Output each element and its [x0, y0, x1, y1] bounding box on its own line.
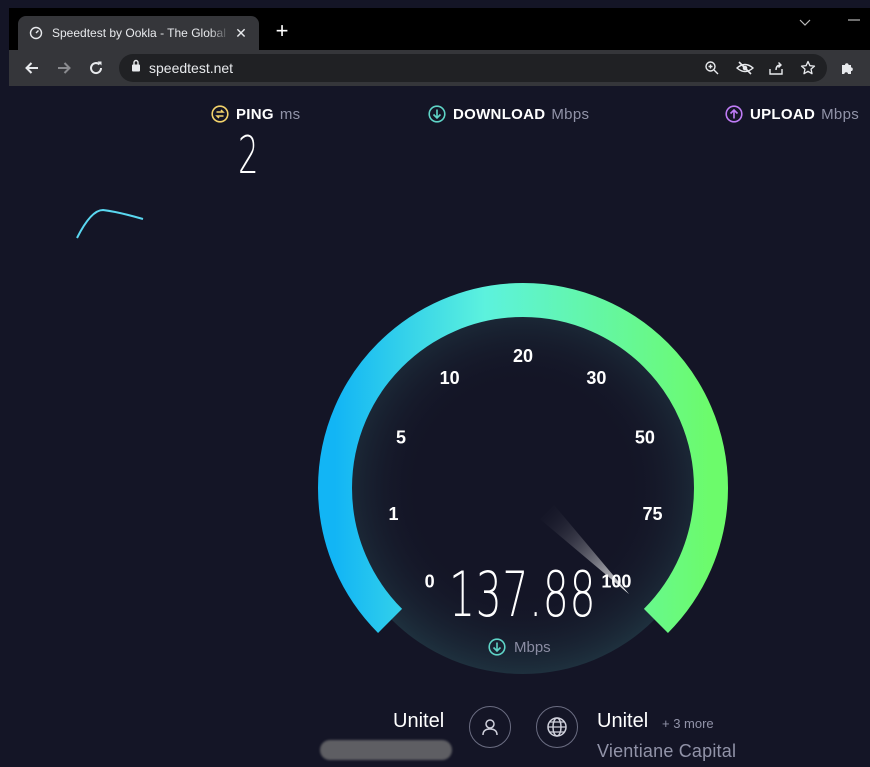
address-bar[interactable]: speedtest.net	[119, 54, 827, 82]
forward-arrow-icon[interactable]	[54, 58, 74, 78]
tab-search-chevron-icon[interactable]	[799, 16, 811, 30]
speedtest-favicon-icon	[28, 25, 44, 41]
gauge-tick-20: 20	[513, 346, 533, 366]
back-arrow-icon[interactable]	[22, 58, 42, 78]
url-text: speedtest.net	[149, 60, 234, 76]
gauge-tick-5: 5	[396, 427, 406, 447]
tab-close-icon[interactable]: ✕	[233, 25, 249, 42]
globe-icon	[547, 717, 567, 737]
tab-title: Speedtest by Ookla - The Global Broadban…	[52, 26, 230, 40]
gauge-tick-1: 1	[389, 504, 399, 524]
server-name[interactable]: Unitel	[597, 710, 648, 733]
reload-icon[interactable]	[86, 58, 106, 78]
more-servers-link[interactable]: + 3 more	[662, 716, 714, 731]
download-arrow-icon	[488, 638, 506, 656]
gauge-tick-30: 30	[586, 368, 606, 388]
browser-window: Speedtest by Ookla - The Global Broadban…	[9, 8, 870, 767]
gauge-tick-75: 75	[642, 504, 662, 524]
server-select-button[interactable]	[536, 706, 578, 748]
user-account-button[interactable]	[469, 706, 511, 748]
tracking-blocked-eye-icon[interactable]	[735, 60, 755, 76]
speed-gauge: 0 1 5 10 20 30 50 75 100	[76, 208, 728, 674]
bookmark-star-icon[interactable]	[800, 60, 816, 76]
speed-unit-label: Mbps	[514, 638, 551, 656]
speedtest-page: PING ms 2 DOWNLOAD Mbps UPLOAD Mbps 0 1 …	[9, 86, 870, 767]
title-bar: Speedtest by Ookla - The Global Broadban…	[9, 8, 870, 50]
new-tab-button[interactable]: +	[271, 20, 293, 42]
speed-value: 137.88	[449, 558, 597, 631]
gauge-tick-0: 0	[425, 571, 435, 591]
minimize-icon[interactable]	[847, 14, 861, 28]
lock-icon[interactable]	[131, 59, 141, 77]
browser-toolbar: speedtest.net	[9, 50, 870, 86]
browser-tab[interactable]: Speedtest by Ookla - The Global Broadban…	[18, 16, 259, 50]
user-icon	[482, 719, 498, 736]
gauge-tick-50: 50	[635, 427, 655, 447]
redacted-ip	[320, 740, 452, 760]
gauge-tick-100: 100	[601, 571, 631, 591]
share-icon[interactable]	[768, 60, 784, 76]
gauge-tick-10: 10	[440, 368, 460, 388]
ping-sparkline	[76, 208, 144, 239]
extensions-puzzle-icon[interactable]	[840, 60, 856, 76]
speed-unit: Mbps	[488, 638, 551, 656]
isp-name: Unitel	[393, 710, 445, 732]
zoom-icon[interactable]	[704, 60, 720, 76]
server-location: Vientiane Capital	[597, 741, 737, 761]
